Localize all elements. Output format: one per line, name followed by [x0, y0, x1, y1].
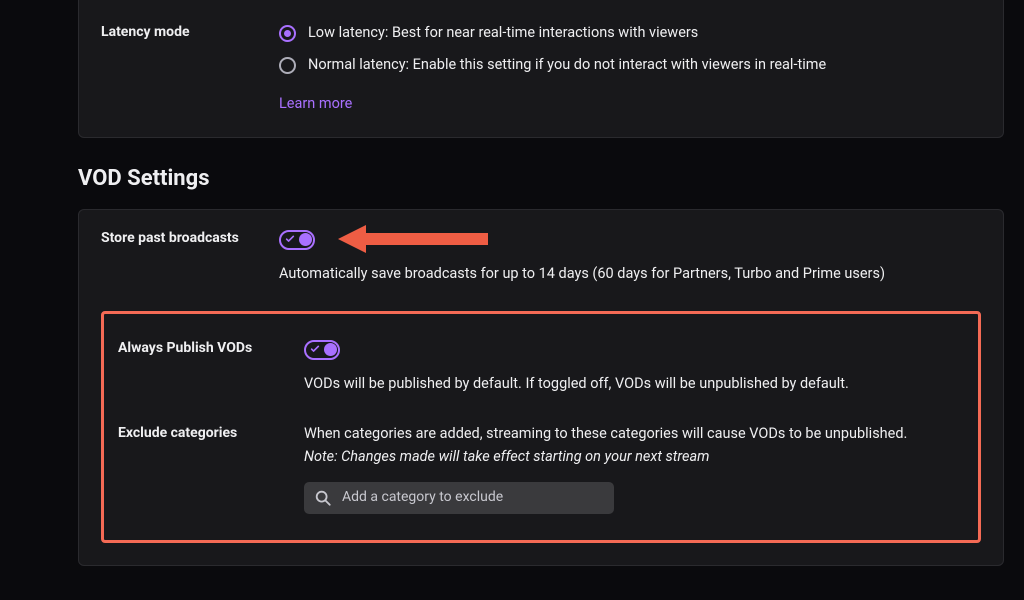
latency-normal-text: Normal latency: Enable this setting if y…	[308, 54, 826, 76]
latency-low-option[interactable]: Low latency: Best for near real-time int…	[279, 22, 981, 44]
latency-normal-option[interactable]: Normal latency: Enable this setting if y…	[279, 54, 981, 76]
radio-unselected-icon	[279, 57, 296, 74]
exclude-category-input[interactable]: Add a category to exclude	[304, 482, 614, 514]
check-icon	[310, 344, 320, 354]
always-publish-label: Always Publish VODs	[118, 338, 304, 356]
exclude-desc-2: Note: Changes made will take effect star…	[304, 446, 958, 468]
vod-settings-panel: Store past broadcasts Automatically save…	[78, 209, 1004, 566]
exclude-desc-1: When categories are added, streaming to …	[304, 423, 958, 445]
toggle-knob-icon	[299, 233, 312, 246]
search-icon	[314, 489, 332, 507]
always-publish-desc: VODs will be published by default. If to…	[304, 373, 958, 395]
latency-label: Latency mode	[101, 22, 279, 40]
radio-selected-icon	[279, 25, 296, 42]
exclude-placeholder: Add a category to exclude	[342, 487, 503, 509]
highlight-box: Always Publish VODs VODs will be publish…	[101, 311, 981, 543]
store-past-label: Store past broadcasts	[101, 228, 279, 246]
latency-learn-more-link[interactable]: Learn more	[279, 93, 352, 115]
always-publish-toggle[interactable]	[304, 340, 340, 360]
check-icon	[285, 234, 295, 244]
store-past-desc: Automatically save broadcasts for up to …	[279, 263, 981, 285]
latency-low-text: Low latency: Best for near real-time int…	[308, 22, 698, 44]
exclude-categories-label: Exclude categories	[118, 423, 304, 441]
vod-settings-heading: VOD Settings	[78, 166, 1004, 191]
toggle-knob-icon	[324, 343, 337, 356]
store-past-toggle[interactable]	[279, 230, 315, 250]
latency-panel: Latency mode Low latency: Best for near …	[78, 0, 1004, 138]
